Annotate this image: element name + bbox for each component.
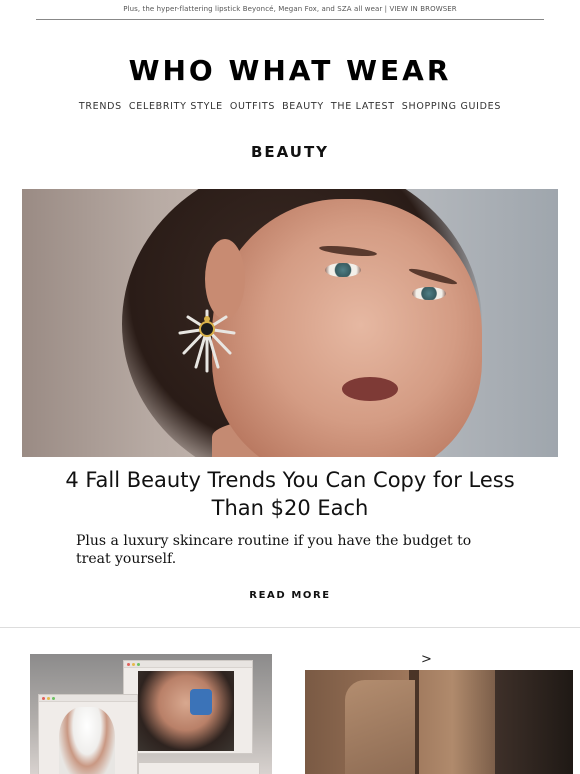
maximize-dot-icon (137, 662, 140, 666)
minimize-dot-icon-2 (47, 696, 50, 700)
hero-face (212, 199, 482, 457)
thumb-window-titlebar-2 (39, 695, 137, 702)
thumb-window-titlebar (124, 661, 252, 668)
hero-dek: Plus a luxury skincare routine if you ha… (76, 533, 472, 567)
nav-item-celebrity-style[interactable]: CELEBRITY STYLE (129, 101, 223, 112)
nav-item-outfits[interactable]: OUTFITS (230, 101, 275, 112)
nav-item-shopping-guides[interactable]: SHOPPING GUIDES (402, 101, 501, 112)
thumbnail-image-right[interactable] (305, 670, 573, 774)
thumbnail-image-left[interactable] (30, 654, 272, 774)
nav-item-beauty[interactable]: BEAUTY (282, 101, 324, 112)
product-jar-icon (190, 689, 212, 715)
nav-item-trends[interactable]: TRENDS (79, 101, 122, 112)
header-divider (36, 19, 544, 20)
close-dot-icon (127, 662, 130, 666)
maximize-dot-icon-2 (52, 696, 55, 700)
section-divider (0, 627, 580, 628)
selfie-portrait (138, 671, 234, 751)
hero-lips (342, 377, 398, 401)
hero-image[interactable] (22, 189, 558, 457)
hero-headline[interactable]: 4 Fall Beauty Trends You Can Copy for Le… (60, 466, 520, 522)
main-nav: TRENDS CELEBRITY STYLE OUTFITS BEAUTY TH… (0, 101, 580, 112)
hero-eye-left (325, 263, 361, 277)
next-arrow-icon[interactable]: > (421, 652, 432, 667)
read-more-link[interactable]: READ MORE (0, 590, 580, 601)
minimize-dot-icon (132, 662, 135, 666)
brand-logo[interactable]: WHO WHAT WEAR (0, 54, 580, 87)
thumb-window-caption (138, 762, 260, 774)
jacket-shadow (495, 670, 573, 774)
jacket-lapel (345, 680, 415, 774)
section-title: BEAUTY (250, 143, 330, 161)
earring-illustration (178, 309, 236, 373)
thumb-window-selfie (123, 660, 253, 754)
preheader-text[interactable]: Plus, the hyper-flattering lipstick Beyo… (0, 5, 580, 13)
thumb-window-towel (38, 694, 138, 774)
nav-item-the-latest[interactable]: THE LATEST (331, 101, 395, 112)
close-dot-icon-2 (42, 696, 45, 700)
towel-portrait (59, 707, 115, 774)
hero-eye-right (412, 287, 446, 300)
